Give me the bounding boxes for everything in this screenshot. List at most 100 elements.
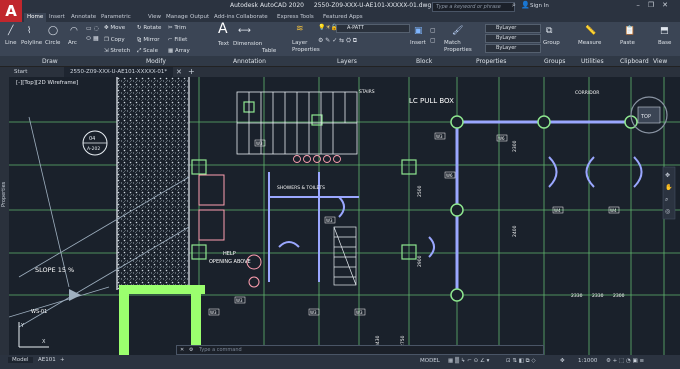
new-tab-icon[interactable]: +	[188, 67, 195, 76]
base-view-icon[interactable]: ⬒	[660, 26, 669, 36]
arc-icon[interactable]: ◠	[70, 26, 78, 36]
selection-cycle-icon[interactable]: ✥	[560, 358, 565, 364]
sign-in-link[interactable]: Sign In	[530, 3, 549, 9]
panel-modify[interactable]: Modify	[146, 58, 166, 65]
command-settings-icon[interactable]: ⚙	[189, 346, 193, 354]
line-button[interactable]: Line	[5, 40, 16, 46]
polyline-button[interactable]: Polyline	[21, 40, 42, 46]
trim-button[interactable]: ✂ Trim	[168, 25, 186, 31]
fillet-button[interactable]: ⌐ Fillet	[168, 37, 187, 43]
search-input[interactable]: Type a keyword or phrase	[432, 2, 515, 12]
search-icon[interactable]: ⌕	[512, 1, 516, 10]
layer-properties-icon[interactable]: ≋	[296, 24, 304, 34]
autocad-logo-icon[interactable]: A	[0, 0, 22, 24]
command-close-icon[interactable]: ✕	[180, 346, 184, 354]
tag-3: W6	[498, 136, 505, 141]
stretch-button[interactable]: ⇲ Stretch	[104, 48, 130, 54]
circle-button[interactable]: Circle	[45, 40, 60, 46]
copy-button[interactable]: ❐ Copy	[104, 37, 125, 43]
measure-button[interactable]: Measure	[578, 40, 601, 46]
tag-9: W3	[356, 310, 363, 315]
dimension-button[interactable]: Dimension	[233, 41, 262, 47]
dim-8: 2330	[571, 293, 583, 299]
viewcube[interactable]: TOP	[630, 96, 668, 134]
group-button[interactable]: Group	[543, 40, 560, 46]
command-input[interactable]: Type a command	[199, 346, 242, 354]
drawing-tab[interactable]: 2550-Z09-XXX-U-AE101-XXXXX-01*	[64, 67, 174, 77]
annotation-scale[interactable]: 1:1000	[578, 358, 597, 364]
scale-button[interactable]: ⤢ Scale	[137, 48, 158, 55]
tab-express-tools[interactable]: Express Tools	[277, 14, 314, 20]
text-icon[interactable]: A	[218, 22, 228, 36]
polyline-icon[interactable]: ⌇	[27, 26, 31, 36]
snap-tools-icon[interactable]: ▦ ▒ ↳ ⌐ ⊙ ∠ ▾	[448, 358, 489, 364]
circle-icon[interactable]: ◯	[48, 26, 58, 36]
tab-home[interactable]: Home	[24, 13, 47, 22]
tab-output[interactable]: Output	[190, 14, 209, 20]
measure-icon[interactable]: 📏	[585, 26, 596, 36]
color-dropdown[interactable]: ByLayer	[485, 24, 541, 33]
panel-layers[interactable]: Layers	[337, 58, 357, 65]
panel-view[interactable]: View	[653, 58, 667, 65]
lineweight-dropdown[interactable]: ByLayer	[485, 44, 541, 53]
user-icon[interactable]: 👤	[521, 1, 530, 9]
panel-block[interactable]: Block	[416, 58, 432, 65]
properties-palette[interactable]: Properties	[0, 77, 9, 355]
model-tab[interactable]: Model	[8, 357, 33, 363]
add-layout-icon[interactable]: +	[60, 357, 65, 363]
osnap-tools-icon[interactable]: ⊡ ⇅ ◧ ⧉ ◇	[506, 358, 536, 365]
match-properties-icon[interactable]: 🖌	[452, 26, 463, 36]
tab-annotate[interactable]: Annotate	[71, 14, 96, 20]
drawing-canvas[interactable]: 04 A-202 LC PULL BOX STAIRS SHOWERS & TO…	[9, 77, 680, 355]
dimension-icon[interactable]: ⟷	[238, 26, 251, 36]
tab-featured-apps[interactable]: Featured Apps	[323, 14, 363, 20]
panel-utilities[interactable]: Utilities	[581, 58, 604, 65]
close-icon[interactable]: ✕	[662, 1, 676, 9]
tab-parametric[interactable]: Parametric	[101, 14, 131, 20]
panel-clipboard[interactable]: Clipboard	[620, 58, 649, 65]
tab-insert[interactable]: Insert	[49, 14, 65, 20]
close-tab-icon[interactable]: ✕	[176, 68, 182, 76]
match-properties-button[interactable]: Match Properties	[444, 40, 474, 54]
line-icon[interactable]: ╱	[8, 26, 13, 36]
rotate-button[interactable]: ↻ Rotate	[137, 25, 161, 31]
panel-properties[interactable]: Properties	[476, 58, 506, 65]
tab-add-ins[interactable]: Add-ins	[214, 14, 235, 20]
group-icon[interactable]: ⧉	[546, 26, 552, 36]
array-button[interactable]: ▦ Array	[168, 48, 190, 54]
insert-block-icon[interactable]: ▣	[414, 26, 423, 36]
linetype-dropdown[interactable]: ByLayer	[485, 34, 541, 43]
layer-dropdown[interactable]: A-PATT	[336, 24, 410, 33]
minimize-icon[interactable]: –	[636, 1, 648, 9]
move-button[interactable]: ✥ Move	[104, 25, 125, 31]
tab-collaborate[interactable]: Collaborate	[236, 14, 268, 20]
mirror-button[interactable]: ⧎ Mirror	[137, 37, 160, 43]
nav-bar[interactable]: ✥ ✋ ⌕ ◎	[662, 166, 676, 220]
tab-manage[interactable]: Manage	[166, 14, 188, 20]
viewport-controls-label[interactable]: [-][Top][2D Wireframe]	[16, 80, 78, 86]
text-button[interactable]: Text	[218, 41, 229, 47]
insert-button[interactable]: Insert	[410, 40, 426, 46]
basins	[293, 155, 341, 163]
floor-plan[interactable]: 04 A-202 LC PULL BOX STAIRS SHOWERS & TO…	[9, 77, 680, 355]
workspace-tools-icon[interactable]: ⚙ + ⬚ ◔ ▣ ≡	[606, 358, 644, 364]
layer-actions-icon[interactable]: ⚙ ✎ ✓ ⇆ ⛭ ⧉	[318, 36, 357, 46]
model-space-toggle[interactable]: MODEL	[420, 358, 440, 364]
layout-tab-ae101[interactable]: AE101	[38, 357, 56, 363]
base-button[interactable]: Base	[658, 40, 671, 46]
panel-groups[interactable]: Groups	[544, 58, 565, 65]
block-tools-icon[interactable]: ▢ ▢	[430, 26, 436, 46]
window-controls[interactable]: –❐✕	[636, 1, 676, 9]
paste-button[interactable]: Paste	[620, 40, 635, 46]
command-line[interactable]: ✕ ⚙ Type a command	[176, 345, 544, 355]
svg-text:X: X	[42, 339, 46, 345]
panel-draw[interactable]: Draw	[42, 58, 58, 65]
tab-view[interactable]: View	[148, 14, 161, 20]
panel-annotation[interactable]: Annotation	[233, 58, 266, 65]
table-button[interactable]: Table	[262, 48, 276, 54]
paste-icon[interactable]: 📋	[624, 26, 635, 36]
arc-button[interactable]: Arc	[68, 40, 77, 46]
restore-icon[interactable]: ❐	[648, 1, 662, 9]
draw-tools-icon[interactable]: ▭ ◌ ⬭ ▦	[86, 24, 99, 44]
start-tab[interactable]: Start	[8, 67, 33, 77]
